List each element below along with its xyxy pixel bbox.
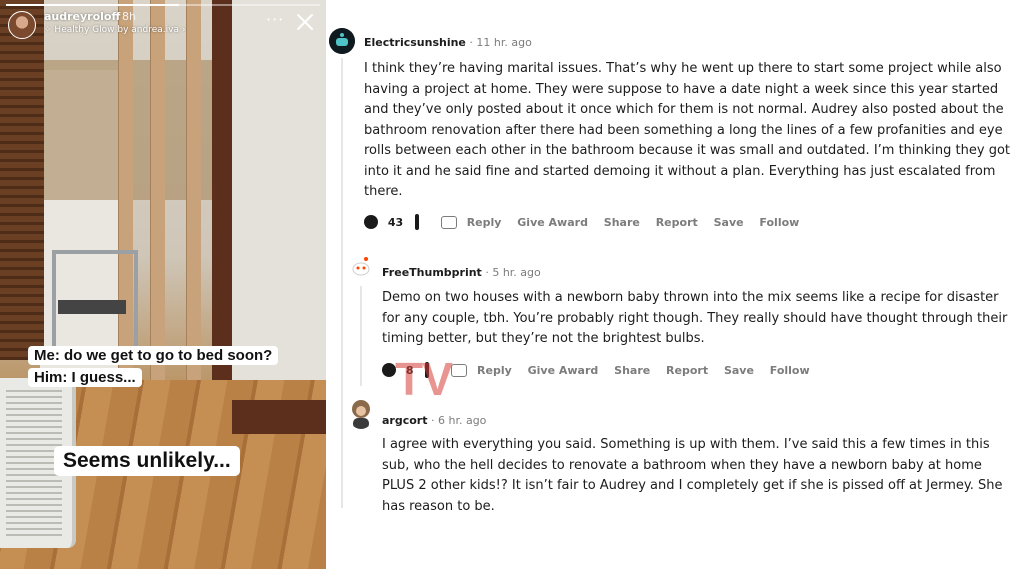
report-button[interactable]: Report (666, 364, 708, 377)
follow-button[interactable]: Follow (759, 216, 799, 229)
story-caption-answer: Him: I guess... (28, 368, 142, 387)
close-icon[interactable] (294, 11, 316, 33)
watermark-logo: TV (395, 353, 453, 405)
give-award-button[interactable]: Give Award (528, 364, 599, 377)
more-icon[interactable]: ··· (266, 10, 284, 29)
reddit-comments: Electricsunshine · 11 hr. ago I think th… (326, 0, 1024, 569)
commenter-avatar[interactable] (329, 28, 355, 54)
user-avatar-icon (352, 400, 370, 429)
story-music-label: Healthy Glow by andrea.iva (54, 25, 179, 35)
give-award-button[interactable]: Give Award (517, 216, 588, 229)
story-background-wall (232, 0, 326, 440)
reply-icon[interactable] (451, 363, 468, 377)
comment-actions: 8 Reply Give Award Share Report Save Fol… (382, 362, 822, 378)
story-progress-bar (6, 4, 320, 6)
comment-body: I think they’re having marital issues. T… (364, 61, 1011, 199)
story-progress-fill (6, 4, 179, 6)
story-background-door (0, 0, 44, 360)
save-button[interactable]: Save (724, 364, 754, 377)
downvote-icon[interactable] (415, 214, 419, 230)
commenter-avatar[interactable] (348, 254, 374, 280)
story-username[interactable]: audreyroloff (44, 10, 120, 23)
story-background-baseboard (232, 400, 326, 434)
comment-author[interactable]: argcort (382, 414, 427, 427)
instagram-story: audreyroloff 8h ✧ Healthy Glow by andrea… (0, 0, 326, 569)
meta-separator: · (430, 414, 435, 427)
comment-age[interactable]: 11 hr. ago (476, 36, 531, 49)
comment-meta: FreeThumbprint · 5 hr. ago (382, 266, 541, 279)
thread-line (341, 58, 343, 508)
share-button[interactable]: Share (614, 364, 650, 377)
meta-separator: · (469, 36, 473, 49)
reply-icon[interactable] (440, 215, 457, 229)
story-avatar[interactable] (8, 11, 36, 39)
comment-meta: Electricsunshine · 11 hr. ago (364, 36, 532, 49)
sparkle-icon: ✧ (44, 25, 52, 35)
commenter-avatar[interactable] (348, 399, 374, 429)
upvote-icon[interactable] (364, 215, 378, 229)
comment-author[interactable]: Electricsunshine (364, 36, 466, 49)
thread-line (360, 286, 362, 386)
comment-age[interactable]: 5 hr. ago (492, 266, 540, 279)
snoo-avatar-icon (329, 28, 355, 54)
chevron-right-icon: › (181, 25, 186, 35)
comment-meta: argcort · 6 hr. ago (382, 414, 486, 427)
vote-count: 43 (387, 215, 404, 229)
save-button[interactable]: Save (714, 216, 744, 229)
story-time: 8h (122, 10, 136, 23)
reply-button[interactable]: Reply (477, 364, 512, 377)
upvote-icon[interactable] (382, 363, 396, 377)
meta-separator: · (485, 266, 489, 279)
follow-button[interactable]: Follow (770, 364, 810, 377)
comment-body: Demo on two houses with a newborn baby t… (382, 290, 1008, 346)
downvote-icon[interactable] (425, 362, 430, 378)
watermark: TV (395, 352, 655, 412)
comment-age[interactable]: 6 hr. ago (438, 414, 486, 427)
report-button[interactable]: Report (656, 216, 698, 229)
story-caption-question: Me: do we get to go to bed soon? (28, 346, 279, 365)
reply-button[interactable]: Reply (467, 216, 502, 229)
snoo-avatar-icon (348, 254, 374, 280)
vote-count: 8 (405, 363, 414, 377)
story-background-ladder-step (58, 300, 126, 314)
share-button[interactable]: Share (604, 216, 640, 229)
comment-actions: 43 Reply Give Award Share Report Save Fo… (364, 214, 811, 230)
comment-author[interactable]: FreeThumbprint (382, 266, 482, 279)
comment-body: I agree with everything you said. Someth… (382, 437, 1003, 514)
story-caption-comment: Seems unlikely... (54, 446, 240, 476)
story-music[interactable]: ✧ Healthy Glow by andrea.iva › (44, 25, 185, 35)
